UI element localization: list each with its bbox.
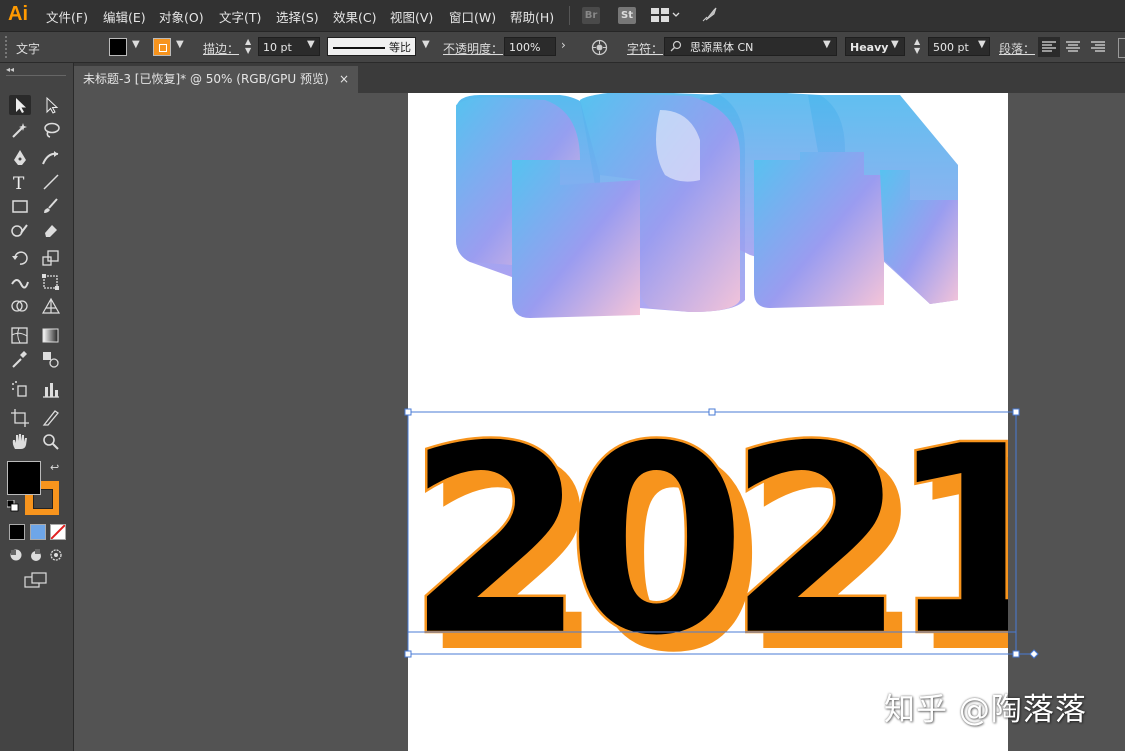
eyedropper-tool-icon[interactable] <box>9 349 31 369</box>
watermark-text: 知乎 @陶落落 <box>884 692 1087 728</box>
none-mode-button[interactable] <box>50 524 66 540</box>
type-in-port-handle[interactable] <box>1029 649 1039 659</box>
symbol-sprayer-tool-icon[interactable] <box>9 379 31 399</box>
mesh-tool-icon[interactable] <box>9 325 31 345</box>
free-transform-tool-icon[interactable] <box>40 272 62 292</box>
selection-tool-icon[interactable] <box>9 95 31 115</box>
artboard-tool-icon[interactable] <box>9 407 31 427</box>
collapse-icon[interactable]: ◂◂ <box>6 65 14 74</box>
lasso-tool-icon[interactable] <box>40 120 62 140</box>
swap-colors-icon[interactable]: ↩ <box>50 461 59 474</box>
draw-normal-icon[interactable] <box>9 548 23 565</box>
eraser-tool-icon[interactable] <box>40 220 62 240</box>
magic-wand-icon[interactable] <box>9 120 31 140</box>
tools-panel: ◂◂ T ↩ <box>0 63 74 751</box>
gradient-tool-icon[interactable] <box>40 325 62 345</box>
resize-handle[interactable] <box>708 408 716 416</box>
scale-tool-icon[interactable] <box>40 248 62 268</box>
draw-inside-icon[interactable] <box>49 548 63 565</box>
direct-selection-tool-icon[interactable] <box>40 95 62 115</box>
line-tool-icon[interactable] <box>40 172 62 192</box>
gradient-mode-button[interactable] <box>30 524 46 540</box>
hand-tool-icon[interactable] <box>9 431 31 451</box>
zoom-tool-icon[interactable] <box>40 431 62 451</box>
resize-handle[interactable] <box>404 650 412 658</box>
type-tool-icon[interactable]: T <box>9 172 31 194</box>
slice-tool-icon[interactable] <box>40 407 62 427</box>
shaper-tool-icon[interactable] <box>9 220 31 240</box>
resize-handle[interactable] <box>1012 408 1020 416</box>
rotate-tool-icon[interactable] <box>9 248 31 268</box>
artwork-layer[interactable]: 2021 2021 <box>0 0 1125 751</box>
default-colors-icon[interactable] <box>6 499 19 515</box>
blend-tool-icon[interactable] <box>40 349 62 369</box>
pen-tool-icon[interactable] <box>9 148 31 168</box>
color-mode-button[interactable] <box>9 524 25 540</box>
shape-builder-tool-icon[interactable] <box>9 296 31 316</box>
resize-handle[interactable] <box>404 408 412 416</box>
resize-handle[interactable] <box>1012 650 1020 658</box>
text-2021-main: 2021 <box>405 389 1054 694</box>
column-graph-tool-icon[interactable] <box>40 379 62 399</box>
curvature-tool-icon[interactable] <box>40 148 62 168</box>
rectangle-tool-icon[interactable] <box>9 196 31 216</box>
3d-text-2021[interactable] <box>456 92 958 318</box>
fill-color-box[interactable] <box>7 461 41 495</box>
warp-tool-icon[interactable] <box>9 272 31 292</box>
draw-behind-icon[interactable] <box>29 548 43 565</box>
perspective-grid-tool-icon[interactable] <box>40 296 62 316</box>
paintbrush-tool-icon[interactable] <box>40 196 62 216</box>
svg-text:T: T <box>13 174 25 192</box>
toolbar-divider <box>6 75 66 76</box>
screen-mode-icon[interactable] <box>24 572 48 591</box>
flat-text-2021[interactable]: 2021 2021 <box>405 388 1071 710</box>
